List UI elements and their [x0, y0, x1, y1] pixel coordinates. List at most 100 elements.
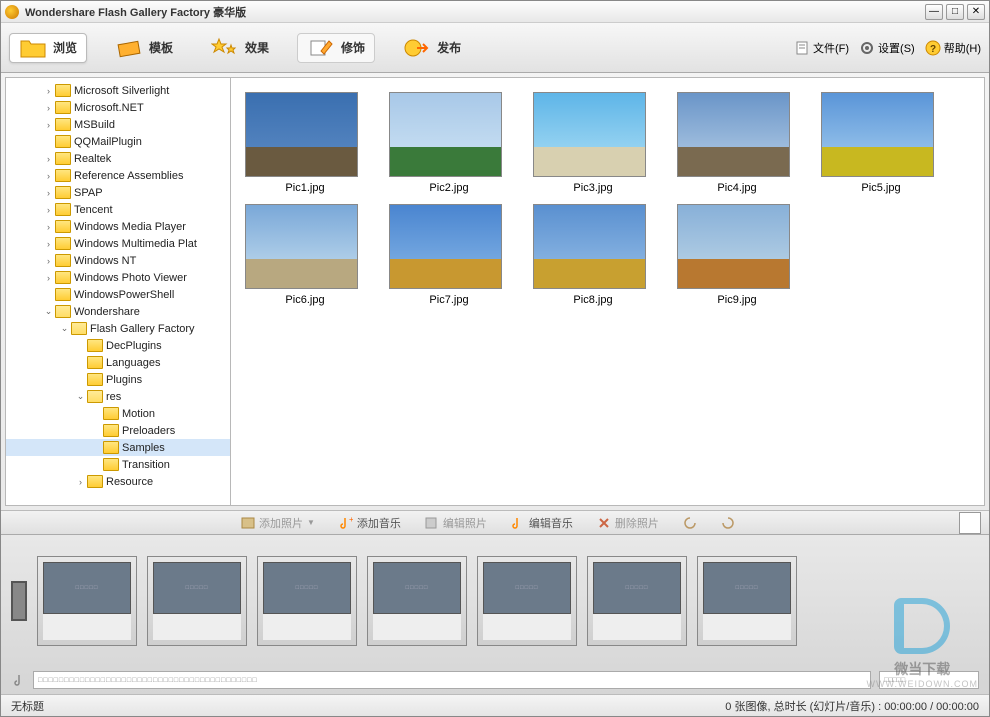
- rotate-right-button[interactable]: [721, 516, 735, 530]
- tree-arrow-icon: ›: [42, 188, 55, 198]
- tree-item[interactable]: ›Windows Media Player: [6, 218, 230, 235]
- tree-item[interactable]: Plugins: [6, 371, 230, 388]
- action-bar: 添加照片 ▼ + 添加音乐 编辑照片 编辑音乐 删除照片: [1, 510, 989, 534]
- folder-icon: [55, 237, 71, 250]
- thumbnail-item[interactable]: Pic5.jpg: [821, 92, 941, 194]
- tree-item[interactable]: Motion: [6, 405, 230, 422]
- help-menu[interactable]: ? 帮助(H): [925, 40, 981, 56]
- svg-text:?: ?: [930, 44, 936, 55]
- effect-tab[interactable]: 效果: [201, 33, 279, 63]
- tree-item[interactable]: ›Windows Photo Viewer: [6, 269, 230, 286]
- timeline-frame-slot[interactable]: □□□□□: [257, 556, 357, 646]
- tree-item[interactable]: ›Resource: [6, 473, 230, 490]
- tree-item[interactable]: ›Tencent: [6, 201, 230, 218]
- thumbnail-item[interactable]: Pic3.jpg: [533, 92, 653, 194]
- tree-item-label: DecPlugins: [106, 340, 162, 352]
- folder-icon: [71, 322, 87, 335]
- frame-caption-area: [263, 614, 351, 639]
- rotate-left-icon: [683, 516, 697, 530]
- tree-item-label: Flash Gallery Factory: [90, 323, 195, 335]
- maximize-button[interactable]: □: [946, 4, 964, 20]
- thumbnail-image: [389, 92, 502, 177]
- audio-bar-1[interactable]: □□□□□□□□□□□□□□□□□□□□□□□□□□□□□□□□□□□□□□□□…: [33, 671, 871, 689]
- right-tools: 文件(F) 设置(S) ? 帮助(H): [794, 40, 981, 56]
- add-photo-button[interactable]: 添加照片 ▼: [241, 515, 315, 531]
- folder-icon: [55, 84, 71, 97]
- audio-bar-2[interactable]: □□□□□: [879, 671, 979, 689]
- main-toolbar: 浏览 模板 效果 修饰 发布 文件(F) 设置(S): [1, 23, 989, 73]
- expand-button[interactable]: [959, 512, 981, 534]
- tree-item[interactable]: ›Microsoft.NET: [6, 99, 230, 116]
- frame-placeholder: □□□□□: [593, 562, 681, 615]
- tree-item[interactable]: ⌄Flash Gallery Factory: [6, 320, 230, 337]
- filmstrip-row: □□□□□ □□□□□ □□□□□ □□□□□ □□□□□ □□□□□ □□□□□: [1, 535, 989, 666]
- edit-photo-icon: [425, 516, 439, 530]
- tree-item[interactable]: ›Windows Multimedia Plat: [6, 235, 230, 252]
- frame-placeholder: □□□□□: [263, 562, 351, 615]
- timeline-frame-slot[interactable]: □□□□□: [697, 556, 797, 646]
- thumbnail-item[interactable]: Pic7.jpg: [389, 204, 509, 306]
- publish-tab[interactable]: 发布: [393, 33, 471, 63]
- tree-item[interactable]: DecPlugins: [6, 337, 230, 354]
- minimize-button[interactable]: —: [925, 4, 943, 20]
- delete-photo-button[interactable]: 删除照片: [597, 515, 659, 531]
- tree-arrow-icon: ›: [42, 86, 55, 96]
- close-button[interactable]: ✕: [967, 4, 985, 20]
- tree-arrow-icon: ›: [42, 171, 55, 181]
- tree-item[interactable]: Transition: [6, 456, 230, 473]
- frame-placeholder: □□□□□: [483, 562, 571, 615]
- help-icon: ?: [925, 40, 941, 56]
- file-menu[interactable]: 文件(F): [794, 40, 849, 56]
- thumbnail-item[interactable]: Pic1.jpg: [245, 92, 365, 194]
- add-music-button[interactable]: + 添加音乐: [339, 515, 401, 531]
- rotate-right-icon: [721, 516, 735, 530]
- tree-item[interactable]: Preloaders: [6, 422, 230, 439]
- template-tab[interactable]: 模板: [105, 33, 183, 63]
- window-controls: — □ ✕: [925, 4, 985, 20]
- tree-item[interactable]: ⌄res: [6, 388, 230, 405]
- browse-tab[interactable]: 浏览: [9, 33, 87, 63]
- tree-item[interactable]: ›Windows NT: [6, 252, 230, 269]
- main-area: ›Microsoft Silverlight›Microsoft.NET›MSB…: [5, 77, 985, 506]
- tree-arrow-icon: ⌄: [42, 306, 55, 317]
- music-plus-icon: +: [339, 516, 353, 530]
- add-music-label: 添加音乐: [357, 515, 401, 531]
- thumbnail-item[interactable]: Pic4.jpg: [677, 92, 797, 194]
- timeline-frame-slot[interactable]: □□□□□: [587, 556, 687, 646]
- tree-item[interactable]: ⌄Wondershare: [6, 303, 230, 320]
- edit-music-button[interactable]: 编辑音乐: [511, 515, 573, 531]
- thumbnail-item[interactable]: Pic6.jpg: [245, 204, 365, 306]
- tree-item[interactable]: ›Microsoft Silverlight: [6, 82, 230, 99]
- timeline-frame-slot[interactable]: □□□□□: [147, 556, 247, 646]
- tree-item[interactable]: Samples: [6, 439, 230, 456]
- thumbnail-label: Pic4.jpg: [677, 182, 797, 194]
- tree-item[interactable]: ›MSBuild: [6, 116, 230, 133]
- rotate-left-button[interactable]: [683, 516, 697, 530]
- tree-item[interactable]: ›Realtek: [6, 150, 230, 167]
- folder-icon: [103, 424, 119, 437]
- folder-icon: [103, 458, 119, 471]
- thumbnail-item[interactable]: Pic9.jpg: [677, 204, 797, 306]
- frame-caption-area: [373, 614, 461, 639]
- thumbnail-item[interactable]: Pic8.jpg: [533, 204, 653, 306]
- folder-icon: [87, 373, 103, 386]
- folder-icon: [87, 356, 103, 369]
- publish-label: 发布: [437, 39, 461, 56]
- timeline-frame-slot[interactable]: □□□□□: [37, 556, 137, 646]
- tree-item[interactable]: ›Reference Assemblies: [6, 167, 230, 184]
- timeline-frame-slot[interactable]: □□□□□: [477, 556, 577, 646]
- folder-tree[interactable]: ›Microsoft Silverlight›Microsoft.NET›MSB…: [6, 78, 231, 505]
- timeline-frame-slot[interactable]: □□□□□: [367, 556, 467, 646]
- edit-photo-button[interactable]: 编辑照片: [425, 515, 487, 531]
- tree-item[interactable]: QQMailPlugin: [6, 133, 230, 150]
- tree-item[interactable]: WindowsPowerShell: [6, 286, 230, 303]
- tree-item[interactable]: Languages: [6, 354, 230, 371]
- decorate-tab[interactable]: 修饰: [297, 33, 375, 63]
- music-edit-icon: [511, 516, 525, 530]
- thumbnail-item[interactable]: Pic2.jpg: [389, 92, 509, 194]
- tree-item[interactable]: ›SPAP: [6, 184, 230, 201]
- settings-menu[interactable]: 设置(S): [859, 40, 915, 56]
- thumbnail-image: [245, 92, 358, 177]
- frame-placeholder: □□□□□: [43, 562, 131, 615]
- statusbar: 无标题 0 张图像, 总时长 (幻灯片/音乐) : 00:00:00 / 00:…: [1, 694, 989, 716]
